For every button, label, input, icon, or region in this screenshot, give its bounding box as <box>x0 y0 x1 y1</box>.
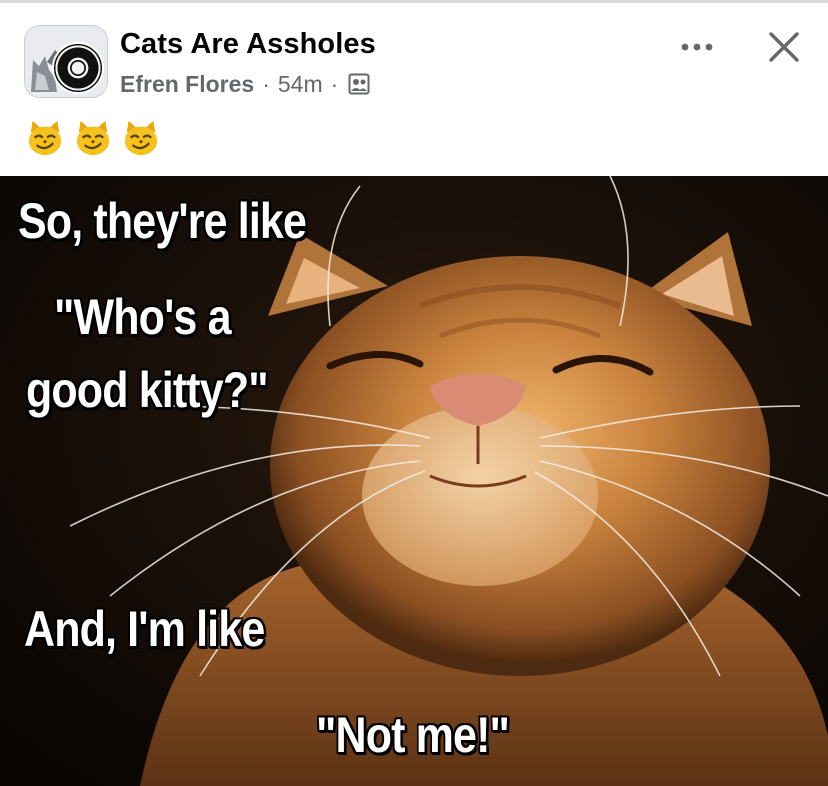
cat-photo <box>0 176 828 786</box>
meme-line-2: "Who's a <box>54 289 231 345</box>
group-avatar[interactable] <box>24 25 108 98</box>
more-dots-icon <box>681 43 713 51</box>
meme-line-5: "Not me!" <box>316 707 510 763</box>
group-seal-logo <box>52 42 104 94</box>
smirking-cat-icon <box>28 120 62 156</box>
post-caption <box>26 116 160 160</box>
meme-line-4: And, I'm like <box>24 601 265 657</box>
meme-line-1: So, they're like <box>18 193 307 249</box>
group-members-icon <box>348 73 370 95</box>
post-meta: Efren Flores · 54m · <box>120 69 370 99</box>
post-time[interactable]: 54m <box>278 71 323 98</box>
post-image[interactable]: So, they're like "Who's a good kitty?" A… <box>0 176 828 786</box>
meta-separator: · <box>262 70 270 97</box>
group-name[interactable]: Cats Are Assholes <box>120 28 376 61</box>
more-options-button[interactable] <box>672 25 722 69</box>
close-icon <box>769 32 799 62</box>
post-header: Cats Are Assholes Efren Flores · 54m · <box>0 3 828 173</box>
author-name[interactable]: Efren Flores <box>120 71 254 98</box>
smirking-cat-icon <box>124 120 158 156</box>
meme-line-3: good kitty?" <box>26 362 269 418</box>
meta-separator: · <box>330 70 339 97</box>
close-post-button[interactable] <box>760 23 808 71</box>
smirking-cat-icon <box>76 120 110 156</box>
